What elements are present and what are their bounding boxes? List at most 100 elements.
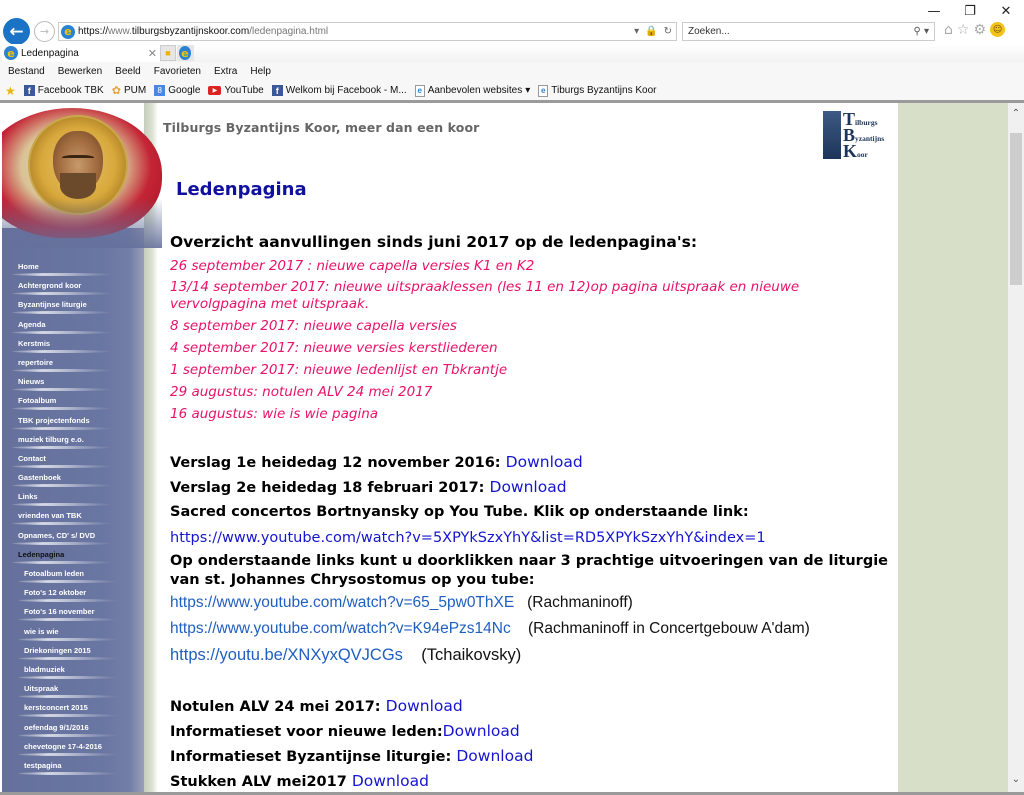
sidebar-item-muziek-tilburg-e-o[interactable]: muziek tilburg e.o. — [2, 433, 144, 452]
url-host: tilburgsbyzantijnskoor.com — [131, 26, 250, 37]
sidebar-item-byzantijnse-liturgie[interactable]: Byzantijnse liturgie — [2, 298, 144, 317]
download-row: Notulen ALV 24 mei 2017: Download — [170, 694, 890, 719]
menu-bewerken[interactable]: Bewerken — [58, 66, 102, 77]
content: Tilburgs Byzantijns Koor, meer dan een k… — [158, 103, 898, 795]
favorite-tiburgs-byzantijns-koor[interactable]: e Tiburgs Byzantijns Koor — [538, 84, 656, 97]
download-row: Verslag 1e heidedag 12 november 2016: Do… — [170, 450, 890, 475]
sidebar-item-foto-s-12-oktober[interactable]: Foto's 12 oktober — [2, 586, 144, 605]
minimize-button[interactable]: — — [916, 0, 952, 22]
download-link[interactable]: Download — [490, 478, 567, 496]
download-link[interactable]: Download — [352, 772, 429, 790]
favorite-aanbevolen-websites[interactable]: e Aanbevolen websites ▾ — [414, 84, 530, 97]
refresh-icon[interactable]: ↻ — [664, 26, 672, 37]
download-label: Verslag 1e heidedag 12 november 2016: — [170, 455, 506, 471]
facebook-icon: f — [271, 85, 283, 96]
favorite-label: Google — [168, 85, 201, 96]
lock-icon[interactable]: 🔒 — [645, 26, 657, 37]
restore-button[interactable]: ❐ — [952, 0, 988, 22]
sidebar-item-chevetogne-17-4-2016[interactable]: chevetogne 17-4-2016 — [2, 740, 144, 759]
sidebar-item-kerstconcert-2015[interactable]: kerstconcert 2015 — [2, 701, 144, 720]
video-link[interactable]: https://www.youtube.com/watch?v=K94ePzs1… — [170, 620, 511, 637]
new-tab-button[interactable]: ■ — [160, 45, 176, 61]
feedback-smiley-icon[interactable]: ☺ — [990, 22, 1006, 37]
sidebar-item-opnames-cd-s-dvd[interactable]: Opnames, CD' s/ DVD — [2, 529, 144, 548]
favorite-google[interactable]: 8 Google — [154, 85, 200, 96]
edge-button[interactable]: e — [177, 45, 194, 61]
download-link[interactable]: Download — [386, 697, 463, 715]
restore-icon: ❐ — [964, 3, 976, 19]
sidebar-item-bladmuziek[interactable]: bladmuziek — [2, 663, 144, 682]
tab-ledenpagina[interactable]: e Ledenpagina ✕ — [2, 44, 160, 62]
favorite-label: YouTube — [224, 85, 264, 96]
video-link[interactable]: https://www.youtube.com/watch?v=65_5pw0T… — [170, 594, 514, 611]
menu-extra[interactable]: Extra — [214, 66, 237, 77]
sidebar-item-nieuws[interactable]: Nieuws — [2, 375, 144, 394]
favorite-facebook-tbk[interactable]: f Facebook TBK — [23, 85, 104, 96]
vertical-scrollbar[interactable]: ⌃ ⌄ — [1008, 103, 1024, 795]
favorite-youtube[interactable]: ▶ YouTube — [208, 85, 264, 96]
menu-favorieten[interactable]: Favorieten — [154, 66, 201, 77]
close-window-button[interactable]: ✕ — [988, 0, 1024, 22]
home-icon[interactable]: ⌂ — [944, 22, 953, 38]
ie-page-icon: e — [538, 84, 549, 97]
download-link[interactable]: Download — [443, 722, 520, 740]
favorite-welkom-facebook[interactable]: f Welkom bij Facebook - M... — [271, 85, 407, 96]
search-box[interactable]: Zoeken... ⚲ ▾ — [682, 22, 935, 41]
download-link[interactable]: Download — [506, 453, 583, 471]
minimize-icon: — — [927, 3, 941, 19]
address-url[interactable]: https://www.tilburgsbyzantijnskoor.com/l… — [78, 26, 328, 37]
scroll-up-button[interactable]: ⌃ — [1008, 105, 1024, 121]
sidebar-item-fotoalbum-leden[interactable]: Fotoalbum leden — [2, 567, 144, 586]
video-row: https://www.youtube.com/watch?v=K94ePzs1… — [170, 616, 890, 642]
video-note: (Rachmaninoff in Concertgebouw A'dam) — [527, 620, 810, 637]
sidebar-item-ledenpagina[interactable]: Ledenpagina — [2, 548, 144, 567]
sidebar-item-kerstmis[interactable]: Kerstmis — [2, 337, 144, 356]
gear-icon[interactable]: ⚙ — [973, 22, 986, 38]
sidebar-item-gastenboek[interactable]: Gastenboek — [2, 471, 144, 490]
menu-bestand[interactable]: Bestand — [8, 66, 45, 77]
sidebar-item-vrienden-van-tbk[interactable]: vrienden van TBK — [2, 509, 144, 528]
ie-page-icon: e — [414, 84, 425, 97]
sidebar-item-tbk-projectenfonds[interactable]: TBK projectenfonds — [2, 414, 144, 433]
sidebar-item-repertoire[interactable]: repertoire — [2, 356, 144, 375]
scroll-down-button[interactable]: ⌄ — [1008, 771, 1024, 787]
menu-beeld[interactable]: Beeld — [115, 66, 141, 77]
favorite-label: Aanbevolen websites — [427, 85, 523, 96]
forward-button[interactable]: → — [34, 21, 55, 42]
tbk-logo[interactable]: Tilburgs Byzantijns Koor — [823, 110, 895, 161]
sidebar-item-testpagina[interactable]: testpagina — [2, 759, 144, 778]
sidebar-item-driekoningen-2015[interactable]: Driekoningen 2015 — [2, 644, 144, 663]
tab-bar: e Ledenpagina ✕ ■ e — [0, 44, 1024, 62]
menu-help[interactable]: Help — [250, 66, 271, 77]
search-input[interactable]: Zoeken... — [688, 26, 730, 37]
sidebar-item-links[interactable]: Links — [2, 490, 144, 509]
download-label: Informatieset Byzantijnse liturgie: — [170, 749, 457, 765]
search-icon[interactable]: ⚲ ▾ — [913, 26, 929, 37]
favorites-star-icon[interactable]: ☆ — [957, 22, 970, 38]
video-note: (Tchaikovsky) — [421, 646, 522, 664]
update-item: 13/14 september 2017: nieuwe uitspraakle… — [170, 279, 800, 312]
sidebar-nav: Home Achtergrond koor Byzantijnse liturgie… — [2, 260, 144, 778]
download-row: Informatieset Byzantijnse liturgie: Down… — [170, 744, 890, 769]
sidebar-item-achtergrond-koor[interactable]: Achtergrond koor — [2, 279, 144, 298]
sidebar-item-fotoalbum[interactable]: Fotoalbum — [2, 394, 144, 413]
bortnyansky-youtube-link[interactable]: https://www.youtube.com/watch?v=5XPYkSzx… — [170, 525, 890, 551]
download-link[interactable]: Download — [456, 747, 533, 765]
video-link[interactable]: https://youtu.be/XNXyxQVJCGs — [170, 646, 403, 664]
close-tab-icon[interactable]: ✕ — [148, 47, 157, 60]
christ-icon-image — [2, 103, 162, 248]
address-bar[interactable]: e https://www.tilburgsbyzantijnskoor.com… — [58, 22, 677, 41]
sidebar-item-contact[interactable]: Contact — [2, 452, 144, 471]
sidebar-item-wie-is-wie[interactable]: wie is wie — [2, 625, 144, 644]
address-dropdown-icon[interactable]: ▾ — [634, 26, 639, 37]
sidebar-item-home[interactable]: Home — [2, 260, 144, 279]
sidebar-item-uitspraak[interactable]: Uitspraak — [2, 682, 144, 701]
back-button[interactable]: ← — [3, 18, 30, 45]
scrollbar-thumb[interactable] — [1010, 133, 1022, 285]
new-tab-icon: ■ — [165, 48, 171, 58]
favorite-pum[interactable]: ✿ PUM — [112, 84, 146, 97]
add-favorite-icon[interactable]: ★ — [5, 84, 16, 98]
sidebar-item-foto-s-16-november[interactable]: Foto's 16 november — [2, 605, 144, 624]
sidebar-item-agenda[interactable]: Agenda — [2, 318, 144, 337]
sidebar-item-oefendag-9-1-2016[interactable]: oefendag 9/1/2016 — [2, 721, 144, 740]
